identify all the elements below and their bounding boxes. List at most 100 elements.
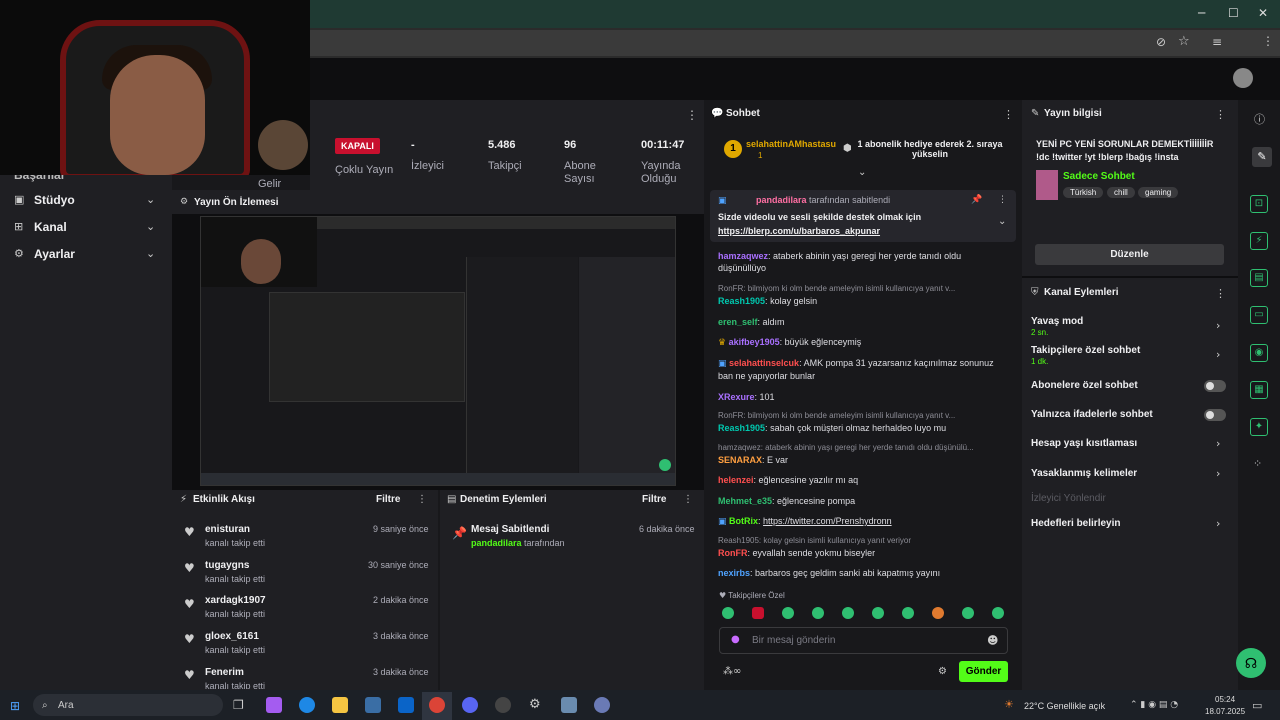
more-icon[interactable]: ⋮	[1003, 108, 1014, 121]
discord-icon[interactable]	[462, 697, 478, 713]
dots-icon[interactable]: ⁘	[1253, 457, 1262, 470]
chat-icon[interactable]: ▭	[1250, 306, 1268, 324]
emote-icon[interactable]	[752, 607, 764, 619]
layout-icon[interactable]: ▦	[1250, 381, 1268, 399]
tray-icons[interactable]: ⌃ ▮ ◉ ▤ ◔	[1130, 700, 1178, 710]
tag-chip[interactable]: chill	[1107, 187, 1135, 198]
emote-icon[interactable]	[902, 607, 914, 619]
pin-icon[interactable]: 📌	[971, 195, 982, 205]
file-icon[interactable]: ▤	[1250, 269, 1268, 287]
subs-only-toggle[interactable]	[1204, 380, 1226, 392]
collapse-icon[interactable]: ⌄	[858, 167, 866, 178]
chevron-right-icon[interactable]: ›	[1216, 467, 1220, 480]
avatar[interactable]	[1233, 68, 1253, 88]
eye-off-icon[interactable]: ⊘	[1156, 35, 1166, 49]
pinned-link[interactable]: https://blerp.com/u/barbaros_akpunar	[718, 226, 880, 236]
points-icon[interactable]: ⁂∞	[723, 666, 741, 677]
action-label[interactable]: Yasaklanmış kelimeler	[1031, 468, 1137, 479]
chrome-icon[interactable]	[429, 697, 445, 713]
chevron-right-icon[interactable]: ›	[1216, 437, 1220, 450]
emote-icon[interactable]	[962, 607, 974, 619]
support-button[interactable]: ☊	[1236, 648, 1266, 678]
copilot-icon[interactable]	[266, 697, 282, 713]
emote-icon[interactable]	[782, 607, 794, 619]
wrench-icon[interactable]: ✦	[1250, 418, 1268, 436]
chevron-down-icon[interactable]: ⌄	[146, 193, 155, 206]
focus-icon[interactable]: ⊡	[1250, 195, 1268, 213]
event-name[interactable]: tugaygns	[205, 560, 249, 571]
sidebar-item-ayarlar[interactable]: Ayarlar	[34, 247, 75, 261]
task-view-icon[interactable]: ❐	[233, 698, 244, 712]
tag-chip[interactable]: gaming	[1138, 187, 1179, 198]
explorer-icon[interactable]	[332, 697, 348, 713]
playlist-icon[interactable]: ≡	[1212, 35, 1222, 49]
clock-date[interactable]: 18.07.2025	[1205, 707, 1245, 716]
chat-input[interactable]: Bir mesaj gönderin	[752, 635, 835, 646]
pinned-by-user[interactable]: pandadilara	[756, 195, 807, 205]
event-name[interactable]: Fenerim	[205, 667, 244, 678]
info-icon[interactable]: ⓘ	[1254, 111, 1265, 127]
emote-icon[interactable]	[872, 607, 884, 619]
moderation-filter-button[interactable]: Filtre	[642, 494, 666, 505]
action-label[interactable]: Yavaş mod	[1031, 316, 1083, 327]
action-label[interactable]: Hesap yaşı kısıtlaması	[1031, 438, 1137, 449]
more-icon[interactable]: ⋮	[998, 195, 1007, 205]
chevron-right-icon[interactable]: ›	[1216, 348, 1220, 361]
chevron-down-icon[interactable]: ⌄	[146, 220, 155, 233]
category-link[interactable]: Sadece Sohbet	[1063, 171, 1135, 182]
edit-tool-icon[interactable]: ✎	[1252, 147, 1272, 167]
mic-icon[interactable]: ●	[731, 634, 740, 645]
chevron-down-icon[interactable]: ⌄	[146, 247, 155, 260]
more-menu-icon[interactable]: ⋮	[1262, 34, 1274, 48]
emote-icon[interactable]	[722, 607, 734, 619]
emote-icon[interactable]	[842, 607, 854, 619]
event-name[interactable]: enisturan	[205, 524, 250, 535]
chat-link[interactable]: https://twitter.com/Prenshydronn	[763, 516, 892, 526]
sidebar-item-studyo[interactable]: Stüdyo	[34, 193, 75, 207]
tag-chip[interactable]: Türkish	[1063, 187, 1104, 198]
more-icon[interactable]: ⋮	[686, 108, 698, 122]
chevron-right-icon[interactable]: ›	[1216, 517, 1220, 530]
send-button[interactable]: Gönder	[959, 661, 1008, 682]
app-icon[interactable]	[594, 697, 610, 713]
store-icon[interactable]	[365, 697, 381, 713]
windows-start-icon[interactable]: ⊞	[10, 699, 20, 713]
clock-time[interactable]: 05:24	[1215, 695, 1235, 704]
maximize-icon[interactable]: ☐	[1228, 6, 1239, 20]
action-label[interactable]: Hedefleri belirleyin	[1031, 518, 1120, 529]
url-field[interactable]	[310, 30, 1280, 56]
gear-icon[interactable]: ⚙	[938, 666, 947, 677]
emote-only-toggle[interactable]	[1204, 409, 1226, 421]
more-icon[interactable]: ⋮	[1215, 287, 1226, 300]
gift-user[interactable]: selahattinAMhastasu	[746, 139, 836, 149]
settings-icon[interactable]: ⚙	[529, 697, 541, 712]
star-icon[interactable]: ☆	[1178, 34, 1190, 49]
emote-icon[interactable]	[932, 607, 944, 619]
weather-text[interactable]: 22°C Genellikle açık	[1024, 701, 1105, 711]
outlook-icon[interactable]	[398, 697, 414, 713]
chevron-down-icon[interactable]: ⌄	[998, 216, 1006, 227]
sidebar-item-kanal[interactable]: Kanal	[34, 220, 67, 234]
close-icon[interactable]: ✕	[1258, 6, 1268, 20]
obs-icon[interactable]	[495, 697, 511, 713]
more-icon[interactable]: ⋮	[683, 494, 693, 505]
action-label[interactable]: Takipçilere özel sohbet	[1031, 345, 1140, 356]
edge-icon[interactable]	[299, 697, 315, 713]
broadcast-icon[interactable]: ◉	[1250, 344, 1268, 362]
chevron-right-icon[interactable]: ›	[1216, 319, 1220, 332]
event-name[interactable]: gloex_6161	[205, 631, 259, 642]
notification-icon[interactable]: ▭	[1252, 699, 1262, 712]
more-icon[interactable]: ⋮	[417, 494, 427, 505]
emoji-icon[interactable]: ☻	[987, 634, 998, 647]
moderation-item-user[interactable]: pandadilara	[471, 538, 522, 548]
minimize-icon[interactable]: ─	[1198, 6, 1205, 20]
edit-button[interactable]: Düzenle	[1035, 244, 1224, 265]
emote-icon[interactable]	[992, 607, 1004, 619]
taskbar-search-input[interactable]: Ara	[58, 700, 74, 711]
activity-filter-button[interactable]: Filtre	[376, 494, 400, 505]
app-icon[interactable]	[561, 697, 577, 713]
bolt-icon[interactable]: ⚡	[1250, 232, 1268, 250]
more-icon[interactable]: ⋮	[1215, 108, 1226, 121]
emote-icon[interactable]	[812, 607, 824, 619]
event-name[interactable]: xardagk1907	[205, 595, 266, 606]
